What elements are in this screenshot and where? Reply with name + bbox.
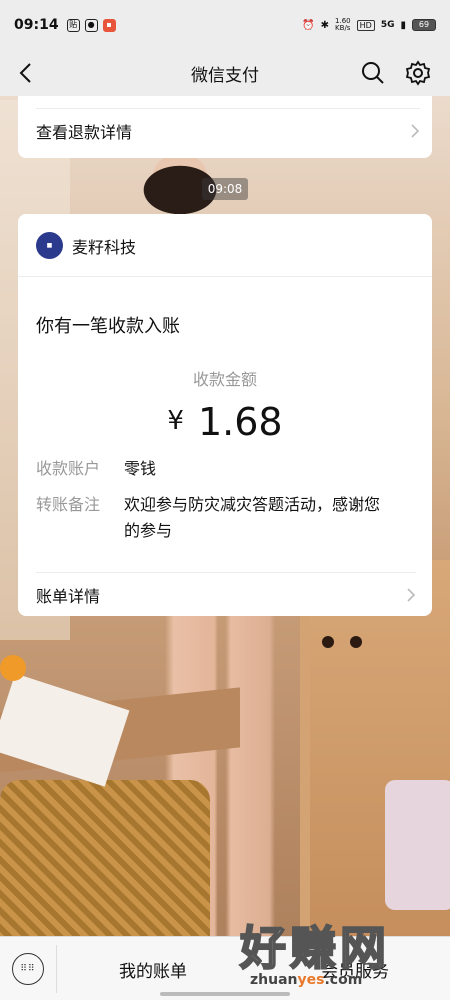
refund-details-label: 查看退款详情	[36, 122, 133, 142]
divider	[56, 945, 57, 993]
watermark-text: 好赚网	[239, 920, 390, 976]
wechat-icon: ●	[84, 18, 98, 32]
bg-knob	[350, 636, 362, 648]
amount-label: 收款金额	[192, 370, 257, 389]
remark-row: 转账备注 欢迎参与防灾减灾答题活动，感谢您 的参与	[36, 492, 414, 544]
remark-key: 转账备注	[36, 495, 101, 514]
my-bills-menu[interactable]: 我的账单	[58, 937, 248, 1000]
signal-icon: 5G	[380, 20, 395, 30]
gear-icon[interactable]	[405, 60, 431, 86]
divider	[18, 276, 432, 277]
app-notification-icon: ▪	[102, 18, 116, 32]
back-icon[interactable]	[14, 60, 40, 86]
signal-bars-icon: ▮	[400, 19, 406, 31]
merchant-logo: ■	[36, 232, 63, 259]
status-bar: 09:14 贴 ● ▪ ⏰ ✱ 1.60 KB/s HD 5G ▮ 69	[0, 0, 450, 50]
currency-symbol: ¥	[167, 406, 184, 436]
bg-knob	[322, 636, 334, 648]
bg-orange	[0, 655, 26, 681]
keyboard-icon[interactable]: ⠿⠿	[12, 953, 44, 985]
amount-number: 1.68	[197, 400, 283, 444]
refund-details-row[interactable]: 查看退款详情	[36, 108, 420, 152]
bill-details-row[interactable]: 账单详情	[36, 572, 416, 616]
payment-card[interactable]: ■ 麦籽科技 你有一笔收款入账 收款金额 ¥1.68 收款账户 零钱 转账备注 …	[18, 214, 432, 616]
account-row: 收款账户 零钱	[36, 456, 414, 482]
net-speed: 1.60 KB/s	[335, 17, 351, 32]
merchant-name: 麦籽科技	[72, 237, 137, 257]
hd-icon: HD	[356, 19, 375, 31]
refund-card: 查看退款详情	[18, 96, 432, 158]
chevron-right-icon	[411, 123, 420, 138]
bg-chair	[0, 780, 210, 940]
account-value: 零钱	[124, 459, 157, 478]
account-key: 收款账户	[36, 459, 101, 478]
message-timestamp: 09:08	[202, 178, 248, 200]
status-time: 09:14	[14, 17, 59, 33]
nav-bar: 微信支付	[0, 50, 450, 96]
bill-details-label: 账单详情	[36, 586, 101, 606]
bluetooth-icon: ✱	[320, 19, 330, 31]
search-icon[interactable]	[360, 60, 386, 86]
watermark-url: zhuanyes.com	[250, 972, 363, 988]
watermark-logo: 好赚网 zhuanyes.com	[239, 912, 440, 992]
bg-basket	[385, 780, 450, 910]
status-right: ⏰ ✱ 1.60 KB/s HD 5G ▮ 69	[302, 18, 436, 32]
remark-line-2: 的参与	[124, 521, 173, 540]
amount-value: ¥1.68	[18, 400, 432, 444]
payment-notice: 你有一笔收款入账	[36, 316, 180, 337]
notification-paste-icon: 贴	[66, 18, 80, 32]
page-title: 微信支付	[191, 65, 259, 86]
home-indicator	[160, 992, 290, 996]
remark-value: 欢迎参与防灾减灾答题活动，感谢您 的参与	[124, 492, 414, 544]
alarm-icon: ⏰	[302, 19, 315, 31]
merchant-header: ■ 麦籽科技	[36, 232, 136, 259]
chevron-right-icon	[407, 587, 416, 602]
remark-line-1: 欢迎参与防灾减灾答题活动，感谢您	[124, 495, 381, 514]
battery-icon: 69	[412, 19, 436, 31]
